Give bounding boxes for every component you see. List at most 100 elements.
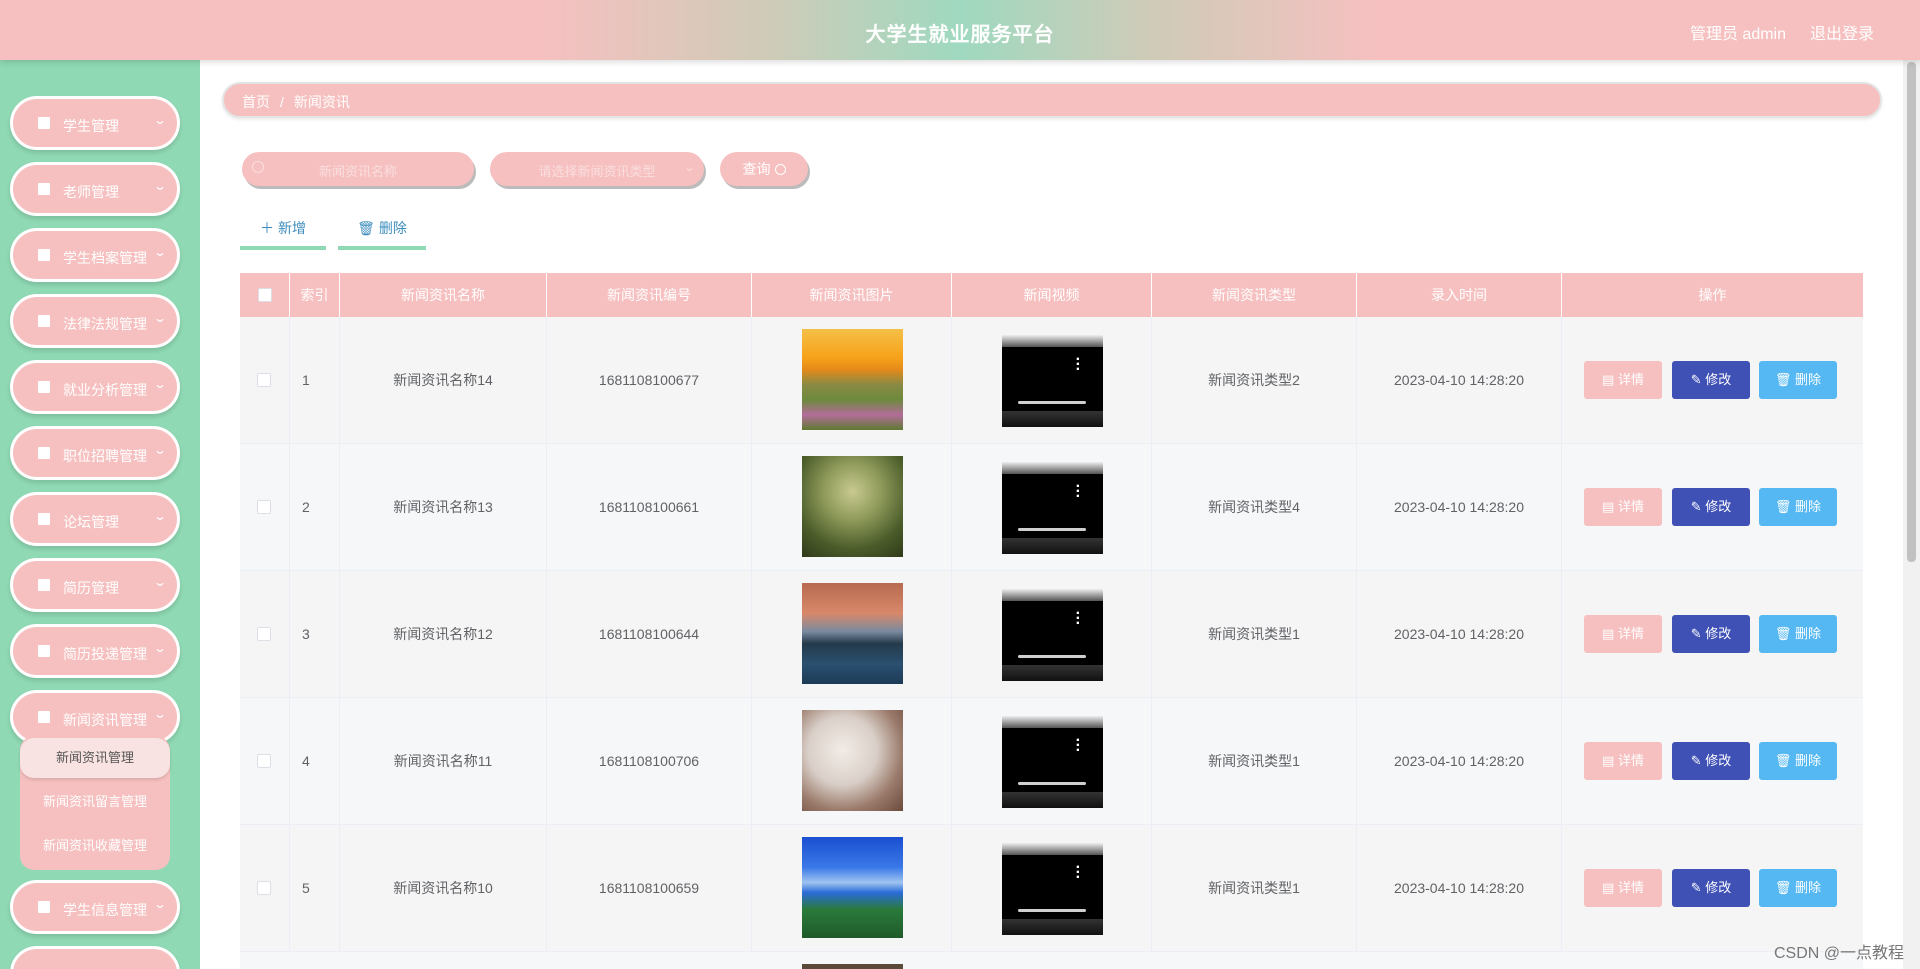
row-checkbox[interactable]	[257, 373, 271, 387]
video-progress-bar[interactable]	[1018, 655, 1086, 658]
breadcrumb-home[interactable]: 首页	[242, 94, 270, 110]
row-checkbox[interactable]	[257, 754, 271, 768]
submenu-item-news-favorites[interactable]: 新闻资讯收藏管理	[20, 826, 170, 866]
menu-item-resume-delivery[interactable]: 简历投递管理 ⌄	[10, 624, 180, 678]
menu-item-employment-analysis[interactable]: 就业分析管理 ⌄	[10, 360, 180, 414]
menu-item-student[interactable]: 学生管理 ⌄	[10, 96, 180, 150]
edit-button[interactable]: ✎ 修改	[1672, 488, 1750, 526]
news-image-blossoms[interactable]	[802, 710, 903, 811]
edit-label: 修改	[1705, 372, 1732, 387]
video-progress-bar[interactable]	[1018, 401, 1086, 404]
more-vertical-icon[interactable]: · · ·	[1076, 479, 1081, 505]
news-video-player[interactable]: · · ·	[1002, 335, 1103, 427]
edit-button[interactable]: ✎ 修改	[1672, 869, 1750, 907]
detail-button[interactable]: ▤ 详情	[1584, 615, 1662, 653]
more-vertical-icon[interactable]: · · ·	[1076, 733, 1081, 759]
edit-button[interactable]: ✎ 修改	[1672, 615, 1750, 653]
menu-item-law[interactable]: 法律法规管理 ⌄	[10, 294, 180, 348]
row-name: 新闻资讯名称13	[340, 444, 547, 571]
edit-label: 修改	[1705, 626, 1732, 641]
header-name: 新闻资讯名称	[340, 273, 547, 317]
table-row: 3 新闻资讯名称12 1681108100644 · · · 新闻资讯类型1 202…	[240, 571, 1863, 698]
delete-row-button[interactable]: 🗑 删除	[1759, 742, 1837, 780]
menu-item-student-archive[interactable]: 学生档案管理 ⌄	[10, 228, 180, 282]
add-button[interactable]: ＋新增	[240, 214, 326, 250]
news-name-search-input[interactable]: 新闻资讯名称	[242, 152, 474, 186]
video-progress-bar[interactable]	[1018, 782, 1086, 785]
delete-row-label: 删除	[1795, 372, 1822, 387]
menu-label: 职位招聘管理	[63, 448, 147, 464]
edit-button[interactable]: ✎ 修改	[1672, 742, 1750, 780]
detail-button[interactable]: ▤ 详情	[1584, 488, 1662, 526]
delete-row-button[interactable]: 🗑 删除	[1759, 361, 1837, 399]
video-progress-bar[interactable]	[1018, 909, 1086, 912]
delete-row-button[interactable]: 🗑 删除	[1759, 488, 1837, 526]
news-image-sunset-flowers[interactable]	[802, 329, 903, 430]
detail-button[interactable]: ▤ 详情	[1584, 869, 1662, 907]
detail-button[interactable]: ▤ 详情	[1584, 742, 1662, 780]
table-row: 2 新闻资讯名称13 1681108100661 · · · 新闻资讯类型4 202…	[240, 444, 1863, 571]
briefcase-icon	[38, 117, 50, 129]
table-row: 4 新闻资讯名称11 1681108100706 · · · 新闻资讯类型1 202…	[240, 698, 1863, 825]
grid-icon	[38, 513, 50, 525]
detail-button[interactable]: ▤ 详情	[1584, 361, 1662, 399]
row-time: 2023-04-10 14:28:20	[1357, 571, 1562, 698]
menu-item-forum[interactable]: 论坛管理 ⌄	[10, 492, 180, 546]
more-vertical-icon[interactable]: · · ·	[1076, 606, 1081, 632]
row-video-cell: · · ·	[952, 825, 1152, 952]
news-image-blue-sky-field[interactable]	[802, 837, 903, 938]
delete-button[interactable]: 🗑 删除	[338, 214, 426, 250]
row-checkbox[interactable]	[257, 881, 271, 895]
menu-item-teacher[interactable]: 老师管理 ⌄	[10, 162, 180, 216]
news-video-player[interactable]: · · ·	[1002, 589, 1103, 681]
row-name: 新闻资讯名称11	[340, 698, 547, 825]
row-image-cell	[752, 444, 952, 571]
delete-row-button[interactable]: 🗑 删除	[1759, 869, 1837, 907]
page-scrollbar[interactable]	[1903, 60, 1920, 969]
menu-label: 法律法规管理	[63, 316, 147, 332]
more-vertical-icon[interactable]: · · ·	[1076, 860, 1081, 886]
news-image-partial[interactable]	[802, 964, 903, 969]
video-top-bar	[1002, 716, 1103, 728]
news-image-forest-path[interactable]	[802, 456, 903, 557]
edit-label: 修改	[1705, 753, 1732, 768]
row-code: 1681108100677	[547, 317, 752, 444]
pencil-icon: ✎	[1690, 626, 1706, 641]
news-video-player[interactable]: · · ·	[1002, 462, 1103, 554]
header-video: 新闻视频	[952, 273, 1152, 317]
news-image-lake-moon[interactable]	[802, 583, 903, 684]
select-placeholder: 请选择新闻资讯类型	[538, 164, 656, 179]
query-button[interactable]: 查询	[720, 152, 808, 186]
video-top-bar	[1002, 335, 1103, 347]
header-image: 新闻资讯图片	[752, 273, 952, 317]
menu-item-resume[interactable]: 简历管理 ⌄	[10, 558, 180, 612]
submenu-item-news-comments[interactable]: 新闻资讯留言管理	[20, 782, 170, 822]
breadcrumb-separator: /	[280, 94, 284, 110]
video-progress-bar[interactable]	[1018, 528, 1086, 531]
detail-label: 详情	[1617, 880, 1644, 895]
submenu-item-news[interactable]: 新闻资讯管理	[20, 738, 170, 778]
menu-item-bottom[interactable]	[10, 946, 180, 969]
row-select-cell	[240, 317, 290, 444]
news-type-select[interactable]: 请选择新闻资讯类型 ⌄	[490, 152, 704, 186]
news-video-player[interactable]: · · ·	[1002, 843, 1103, 935]
select-all-checkbox[interactable]	[258, 288, 272, 302]
video-bottom-bar	[1002, 538, 1103, 554]
news-video-player[interactable]: · · ·	[1002, 716, 1103, 808]
edit-button[interactable]: ✎ 修改	[1672, 361, 1750, 399]
pencil-icon: ✎	[1690, 372, 1706, 387]
chevron-down-icon: ⌄	[152, 311, 168, 325]
row-actions-cell: ▤ 详情 ✎ 修改 🗑 删除	[1562, 825, 1863, 952]
row-type: 新闻资讯类型2	[1152, 317, 1357, 444]
row-checkbox[interactable]	[257, 627, 271, 641]
menu-item-student-info[interactable]: 学生信息管理 ⌄	[10, 880, 180, 934]
row-code: 1681108100644	[547, 571, 752, 698]
chevron-down-icon: ⌄	[152, 897, 168, 911]
row-checkbox[interactable]	[257, 500, 271, 514]
scrollbar-thumb[interactable]	[1907, 62, 1916, 562]
menu-item-job-recruit[interactable]: 职位招聘管理 ⌄	[10, 426, 180, 480]
more-vertical-icon[interactable]: · · ·	[1076, 352, 1081, 378]
logout-link[interactable]: 退出登录	[1810, 20, 1874, 44]
delete-row-button[interactable]: 🗑 删除	[1759, 615, 1837, 653]
detail-label: 详情	[1617, 372, 1644, 387]
